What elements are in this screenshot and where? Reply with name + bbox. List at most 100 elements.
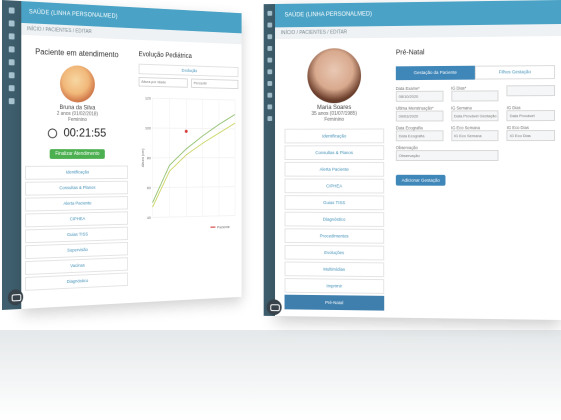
reflection [0,330,561,420]
file-icon[interactable] [266,57,272,63]
chat-icon[interactable] [266,299,282,316]
evolution-panel: Evolução Pediátrica Evolução Altura por … [138,40,239,235]
add-button[interactable]: Adicionar Gestação [395,174,446,186]
grid-line [153,128,236,129]
field: IG Eco Dias IG Eco Dias [506,125,556,142]
patient-status: Feminino [324,116,345,123]
file-icon[interactable] [8,59,15,66]
select-left[interactable]: Altura por Idade [138,76,188,88]
front-dark-sidebar [263,3,276,317]
home-icon[interactable] [266,10,272,16]
field: IG Eco Semana IG Eco Semana [450,125,499,142]
field-input[interactable] [450,90,499,102]
menu-item[interactable]: Evoluções [284,244,385,261]
menu-item[interactable]: Consultas & Planos [284,145,385,160]
y-tick-label: 100 [145,126,152,131]
tab-gestacao[interactable]: Gestação da Paciente [395,65,475,81]
chart-icon[interactable] [8,72,15,79]
menu-item[interactable]: Imprimir [284,278,385,294]
y-tick-label: 60 [147,185,152,190]
settings-icon[interactable] [266,81,272,86]
y-tick-label: 80 [147,155,152,160]
field: Data Ecografia Data Ecografia [395,125,444,142]
prenatal-tabs: Gestação da Paciente Filhos Gestação [395,65,556,81]
panel-title: Paciente em atendimento [35,47,119,60]
heart-icon[interactable] [8,46,15,53]
menu-item[interactable]: Guias TISS [25,226,129,244]
prenatal-form: Data Exame* 08/10/2020 IG Dias* Ultima M… [395,85,556,161]
data-point [184,129,188,133]
field-input[interactable] [506,85,556,97]
grid-line [153,98,236,100]
menu-item-active[interactable]: Pré-Natal [284,294,385,311]
clock-icon [48,128,58,139]
patient-menu: Identificação Consultas & Planos Alerta … [25,165,129,291]
user-icon[interactable] [8,20,15,27]
panel-title: Evolução Pediátrica [138,51,192,60]
field-input[interactable]: 08/10/2020 [395,90,444,102]
avatar [307,47,362,104]
user-icon[interactable] [266,22,272,28]
bell-icon[interactable] [266,104,272,110]
select-right[interactable]: Percentil [191,78,239,90]
help-icon[interactable] [266,116,272,122]
prenatal-panel: Pré-Natal Gestação da Paciente Filhos Ge… [395,48,556,187]
patient-status: Feminino [68,116,87,123]
menu-item[interactable]: Supervisão [25,241,129,260]
star-icon[interactable] [8,98,15,105]
patient-panel: Paciente em atendimento Bruna da Silva 2… [21,35,131,293]
finalize-button[interactable]: Finalizar Atendimento [49,149,105,159]
field: Data Exame* 08/10/2020 [395,86,444,102]
field: Observação Observação [395,145,499,161]
menu-item[interactable]: Guias TISS [284,195,385,211]
menu-item[interactable]: CIPHEA [25,211,129,228]
star-icon[interactable] [266,92,272,98]
field-input[interactable]: 09/03/2020 [395,110,444,122]
avatar [59,64,95,103]
series-line [153,122,236,207]
menu-item[interactable]: Identificação [25,165,129,180]
calendar-icon[interactable] [266,34,272,40]
heart-icon[interactable] [266,45,272,51]
field-input[interactable]: IG Eco Semana [450,130,499,142]
back-dark-sidebar [2,0,22,310]
menu-item[interactable]: CIPHEA [284,178,385,194]
promo-scene: SAÚDE (LINHA PERSONALMED) INÍCIO / PACIE… [0,0,561,420]
patient-panel: Maria Soares 35 anos (01/07/1985) Femini… [281,42,388,313]
field: IG Dias Data Provável [506,105,556,122]
field-input[interactable]: Observação [395,150,499,161]
patient-menu: Identificação Consultas & Planos Alerta … [281,128,388,311]
front-window: SAÚDE (LINHA PERSONALMED) INÍCIO / PACIE… [275,0,561,320]
panel-title: Pré-Natal [395,49,425,57]
y-tick-label: 40 [147,215,152,220]
menu-item[interactable]: Identificação [284,128,385,144]
menu-item[interactable]: Consultas & Planos [25,180,129,196]
menu-item[interactable]: Multimídias [284,261,385,278]
back-window: SAÚDE (LINHA PERSONALMED) INÍCIO / PACIE… [21,1,242,309]
home-icon[interactable] [8,7,15,14]
chart-icon[interactable] [266,69,272,75]
field-input[interactable]: Data Provável [506,110,556,122]
tab-filhos[interactable]: Filhos Gestação [474,65,556,80]
y-tick-label: 120 [145,96,152,101]
breadcrumb: INÍCIO / PACIENTES / EDITAR [275,24,561,40]
field: IG Semana Data Provável Gestação [450,105,499,122]
back-screen: SAÚDE (LINHA PERSONALMED) INÍCIO / PACIE… [2,0,242,310]
field-input[interactable]: Data Provável Gestação [450,110,499,122]
menu-item[interactable]: Procedimentos [284,228,385,244]
front-screen: SAÚDE (LINHA PERSONALMED) INÍCIO / PACIE… [263,0,561,320]
tab-evolucao[interactable]: Evolução [138,63,239,78]
menu-item[interactable]: Diagnóstico [25,272,129,291]
timer: 00:21:55 [21,125,131,140]
field-input[interactable]: IG Eco Dias [506,130,556,142]
settings-icon[interactable] [8,85,15,92]
calendar-icon[interactable] [8,33,15,40]
menu-item[interactable]: Alerta Paciente [284,161,385,177]
field [506,85,556,101]
menu-item[interactable]: Diagnóstico [284,211,385,227]
menu-item[interactable]: Alerta Paciente [25,196,129,212]
field-input[interactable]: Data Ecografia [395,130,444,142]
timer-value: 00:21:55 [63,125,107,140]
evolution-chart: 40 60 80 100 120 Altura (cm) Paciente [139,92,239,235]
grid-line [153,187,236,188]
